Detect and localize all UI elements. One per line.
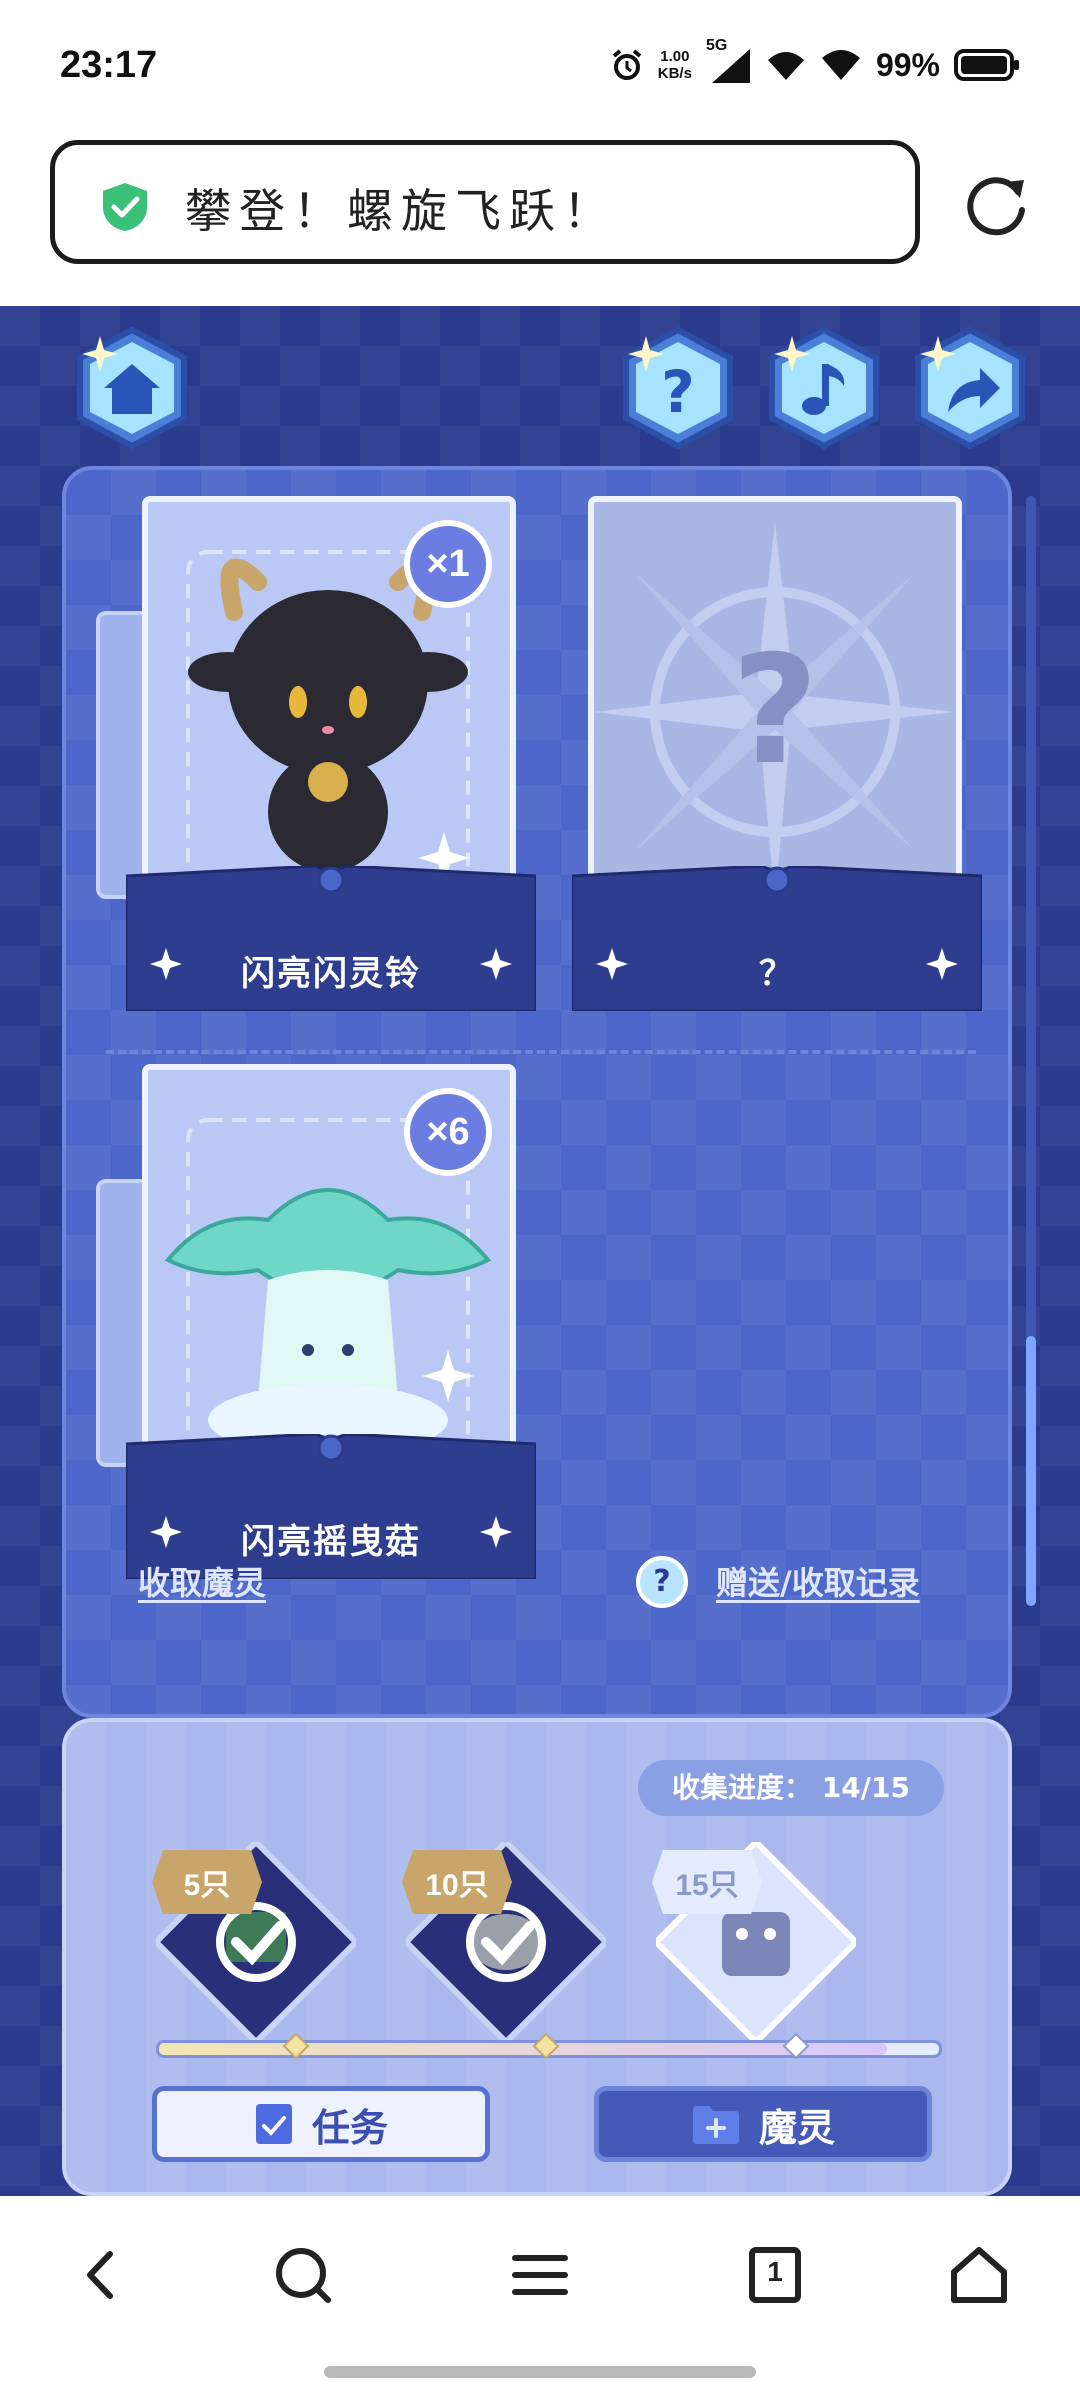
- collect-spirit-link[interactable]: 收取魔灵: [138, 1558, 266, 1604]
- game-canvas: ? ×1 闪亮闪灵铃 ? ？ ×6 闪亮摇曳菇 收取魔灵 ? 赠送/收取记录 收…: [0, 306, 1080, 2196]
- spirit-card-3[interactable]: ×6 闪亮摇曳菇: [96, 1064, 536, 1584]
- scrollbar-thumb[interactable]: [1026, 1336, 1036, 1606]
- spirit-name: ？: [759, 954, 795, 994]
- collection-progress-badge: 收集进度： 14/15: [638, 1760, 944, 1816]
- battery-percent: 99%: [875, 46, 940, 83]
- gesture-bar[interactable]: [324, 2366, 756, 2378]
- alarm-icon: [612, 49, 642, 80]
- records-help-icon[interactable]: ?: [636, 1556, 688, 1608]
- spirit-card-2[interactable]: ? ？: [572, 496, 982, 1016]
- music-button[interactable]: [762, 326, 886, 450]
- question-icon: ?: [661, 358, 695, 426]
- page-title: 攀登！螺旋飞跃！: [185, 184, 617, 238]
- battery-icon: [954, 49, 1019, 81]
- net-speed-value: 1.00: [660, 48, 690, 65]
- wifi-icon: [821, 50, 860, 80]
- spirit-card-1[interactable]: ×1 闪亮闪灵铃: [96, 496, 536, 1016]
- count-badge: ×6: [404, 1088, 492, 1176]
- network-type: 5G: [705, 37, 728, 54]
- collection-progress-panel: 收集进度： 14/15 5只 10只 15只 任务 魔灵: [62, 1718, 1012, 2196]
- card-face-locked: ?: [588, 496, 962, 916]
- progress-value: 14/15: [821, 1771, 910, 1804]
- home-icon[interactable]: [944, 2240, 1014, 2310]
- tabs-button[interactable]: 1: [740, 2240, 810, 2310]
- task-button[interactable]: 任务: [152, 2086, 490, 2162]
- net-speed-unit: KB/s: [657, 65, 692, 82]
- status-time: 23:17: [60, 44, 158, 86]
- task-button-label: 任务: [311, 2105, 388, 2150]
- spirit-collection-panel: ×1 闪亮闪灵铃 ? ？ ×6 闪亮摇曳菇 收取魔灵 ? 赠送/收取记录: [62, 466, 1012, 1718]
- help-button[interactable]: ?: [616, 326, 740, 450]
- tab-count: 1: [767, 2256, 783, 2287]
- milestone-label: 15只: [652, 1850, 762, 1914]
- share-button[interactable]: [908, 326, 1032, 450]
- menu-icon[interactable]: [505, 2240, 575, 2310]
- home-button[interactable]: [70, 326, 194, 450]
- progress-label: 收集进度：: [672, 1771, 813, 1804]
- card-face: ×6: [142, 1064, 516, 1484]
- status-bar: 23:17 1.00 KB/s 5G 99%: [0, 0, 1080, 140]
- search-icon[interactable]: [268, 2240, 338, 2310]
- spirit-button[interactable]: 魔灵: [594, 2086, 932, 2162]
- spirit-name: 闪亮闪灵铃: [241, 954, 421, 994]
- count-badge: ×1: [404, 520, 492, 608]
- net-speed: 1.00 KB/s: [658, 48, 692, 82]
- wifi-secondary-icon: [767, 52, 804, 80]
- milestone-label: 10只: [402, 1850, 512, 1914]
- task-checklist-icon: [255, 2104, 292, 2144]
- folder-add-icon: [692, 2106, 739, 2144]
- back-icon[interactable]: [66, 2240, 136, 2310]
- milestone-label: 5只: [152, 1850, 262, 1914]
- compass-star-icon: ?: [594, 522, 956, 902]
- row-divider: [106, 1050, 976, 1054]
- status-icons: 1.00 KB/s 5G 99%: [610, 37, 1020, 90]
- question-mark-icon: ?: [731, 624, 818, 798]
- progress-track: [156, 2040, 942, 2058]
- reload-icon[interactable]: [962, 170, 1032, 240]
- address-bar[interactable]: 攀登！螺旋飞跃！: [50, 140, 920, 264]
- spirit-button-label: 魔灵: [758, 2105, 835, 2150]
- gift-records-link[interactable]: 赠送/收取记录: [716, 1558, 920, 1604]
- shield-icon: [103, 183, 147, 231]
- card-face: ×1: [142, 496, 516, 916]
- cell-signal-icon: 5G: [706, 37, 752, 85]
- spirit-name: 闪亮摇曳菇: [241, 1522, 421, 1562]
- progress-fill: [159, 2043, 887, 2055]
